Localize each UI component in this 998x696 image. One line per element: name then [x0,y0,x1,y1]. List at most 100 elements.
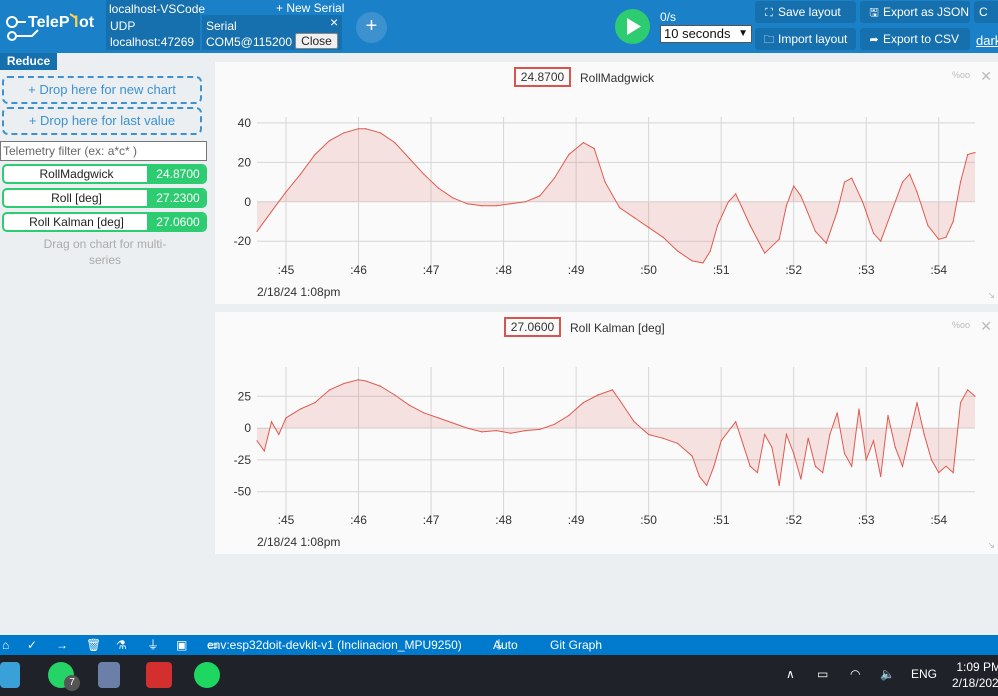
data-point [256,230,258,232]
data-point [582,142,584,144]
data-point [952,472,954,474]
spotify-icon[interactable] [194,662,220,688]
serial-remove-icon[interactable]: × [330,15,338,29]
data-point [930,459,933,461]
flask-icon[interactable]: ⚗ [116,635,127,655]
y-tick-label: -25 [234,453,252,467]
data-point [927,224,929,227]
telemetry-value: 27.2300 [147,190,205,206]
export-json-button[interactable]: 🖫 Export as JSON [860,1,970,23]
data-point [959,402,962,404]
data-point [862,201,864,203]
plug-icon[interactable]: ⏚ [147,635,159,655]
save-layout-button[interactable]: ⛶ Save layout [755,1,856,23]
telemetry-value: 27.0600 [147,214,205,230]
drop-last-value-zone[interactable]: + Drop here for last value [2,107,202,135]
percent-icon[interactable]: %oo [952,70,970,80]
telemetry-item-rollmadgwick[interactable]: RollMadgwick 24.8700 [2,164,207,184]
extra-button[interactable]: C [974,1,998,23]
data-point [887,414,889,416]
date-label: 2/18/24 1:08pm [257,535,340,549]
reduce-button[interactable]: Reduce [0,53,57,70]
telemetry-filter-input[interactable]: Telemetry filter (ex: a*c* ) [0,141,207,161]
data-point [800,478,802,480]
acrobat-icon[interactable] [146,662,172,688]
language-indicator[interactable]: ENG [911,667,937,681]
export-csv-button[interactable]: ➦ Export to CSV [860,28,970,50]
data-point [343,132,345,134]
telemetry-item-roll-kalman[interactable]: Roll Kalman [deg] 27.0600 [2,212,207,232]
x-tick-label: :54 [930,513,947,527]
time-range-select[interactable]: 10 seconds ▼ [660,25,752,43]
top-bar: TeleP l ot localhost-VSCode UDP localhos… [0,0,998,53]
x-tick-label: :48 [495,513,512,527]
data-point [619,207,621,209]
data-point [452,422,454,424]
data-point [510,203,512,205]
data-point [365,380,367,382]
data-point [749,465,751,467]
y-tick-label: -50 [234,485,252,499]
chart-plot-rollmadgwick[interactable]: 40 20 0 -20:45:46:47:48:49:50:51:52:53:54 2/… [215,62,998,304]
import-layout-label: Import layout [778,32,848,46]
data-point [814,465,817,467]
data-point [793,452,795,455]
data-point [582,402,584,404]
resize-icon[interactable]: ↘ [987,540,995,551]
udp-host: localhost-VSCode [109,2,206,16]
y-tick-label: 0 [244,421,251,435]
wifi-icon[interactable]: ◠ [850,667,860,681]
data-point [299,173,302,175]
arrow-right-icon[interactable]: → [56,635,68,655]
chart-card-roll-kalman[interactable]: 25 0 -25 -50:45:46:47:48:49:50:51:52:53:54 2… [215,312,998,554]
data-point [394,394,396,396]
data-point [959,181,962,183]
terminal-icon[interactable]: ▣ [176,635,187,655]
data-point [263,450,265,452]
trash-icon[interactable]: 🗑 [86,635,101,655]
data-point [510,432,512,434]
x-tick-label: :53 [858,513,875,527]
resize-icon[interactable]: ↘ [987,290,995,301]
theme-link[interactable]: dark [976,33,998,48]
udp-address: localhost:47269 [110,35,195,49]
data-point [314,153,316,156]
git-graph-button[interactable]: Git Graph [550,635,602,655]
chart-plot-roll-kalman[interactable]: 25 0 -25 -50:45:46:47:48:49:50:51:52:53:54 2… [215,312,998,554]
data-point [706,484,708,486]
clock[interactable]: 1:09 PM 2/18/2024 [952,659,998,691]
percent-icon[interactable]: %oo [952,320,970,330]
data-point [423,173,425,175]
x-tick-label: :48 [495,263,512,277]
telemetry-value: 24.8700 [147,166,205,182]
import-layout-button[interactable]: 🗀 Import layout [755,28,856,50]
x-tick-label: :45 [278,513,295,527]
data-point [709,250,711,252]
speaker-icon[interactable]: 🔈 [880,667,895,681]
new-serial-button[interactable]: + New Serial [276,1,344,15]
home-icon[interactable]: ⌂ [2,635,9,655]
close-icon[interactable]: ✕ [980,318,992,335]
serial-close-button[interactable]: Close [295,33,338,49]
close-icon[interactable]: ✕ [980,68,992,85]
multi-series-hint: Drag on chart for multi-series [43,237,167,267]
battery-icon[interactable]: ▭ [817,667,828,681]
data-point [901,465,904,467]
udp-connection[interactable]: localhost-VSCode UDP localhost:47269 [106,0,205,50]
check-icon[interactable]: ✓ [27,635,37,655]
serial-port: COM5@115200 [206,35,293,49]
chart-card-rollmadgwick[interactable]: 40 20 0 -20:45:46:47:48:49:50:51:52:53:54 2/… [215,62,998,304]
play-button[interactable] [615,9,650,44]
add-connection-button[interactable]: + [356,12,387,43]
x-tick-label: :45 [278,263,295,277]
data-point [379,385,381,387]
data-point [593,147,595,150]
data-point [539,428,541,430]
network-app-icon[interactable] [98,662,120,688]
telemetry-item-roll[interactable]: Roll [deg] 27.2300 [2,188,207,208]
chevron-up-icon[interactable]: ∧ [786,667,795,681]
calculator-icon[interactable] [0,662,20,688]
drop-new-chart-zone[interactable]: + Drop here for new chart [2,76,202,104]
data-point [771,446,773,448]
x-tick-label: :50 [640,263,657,277]
